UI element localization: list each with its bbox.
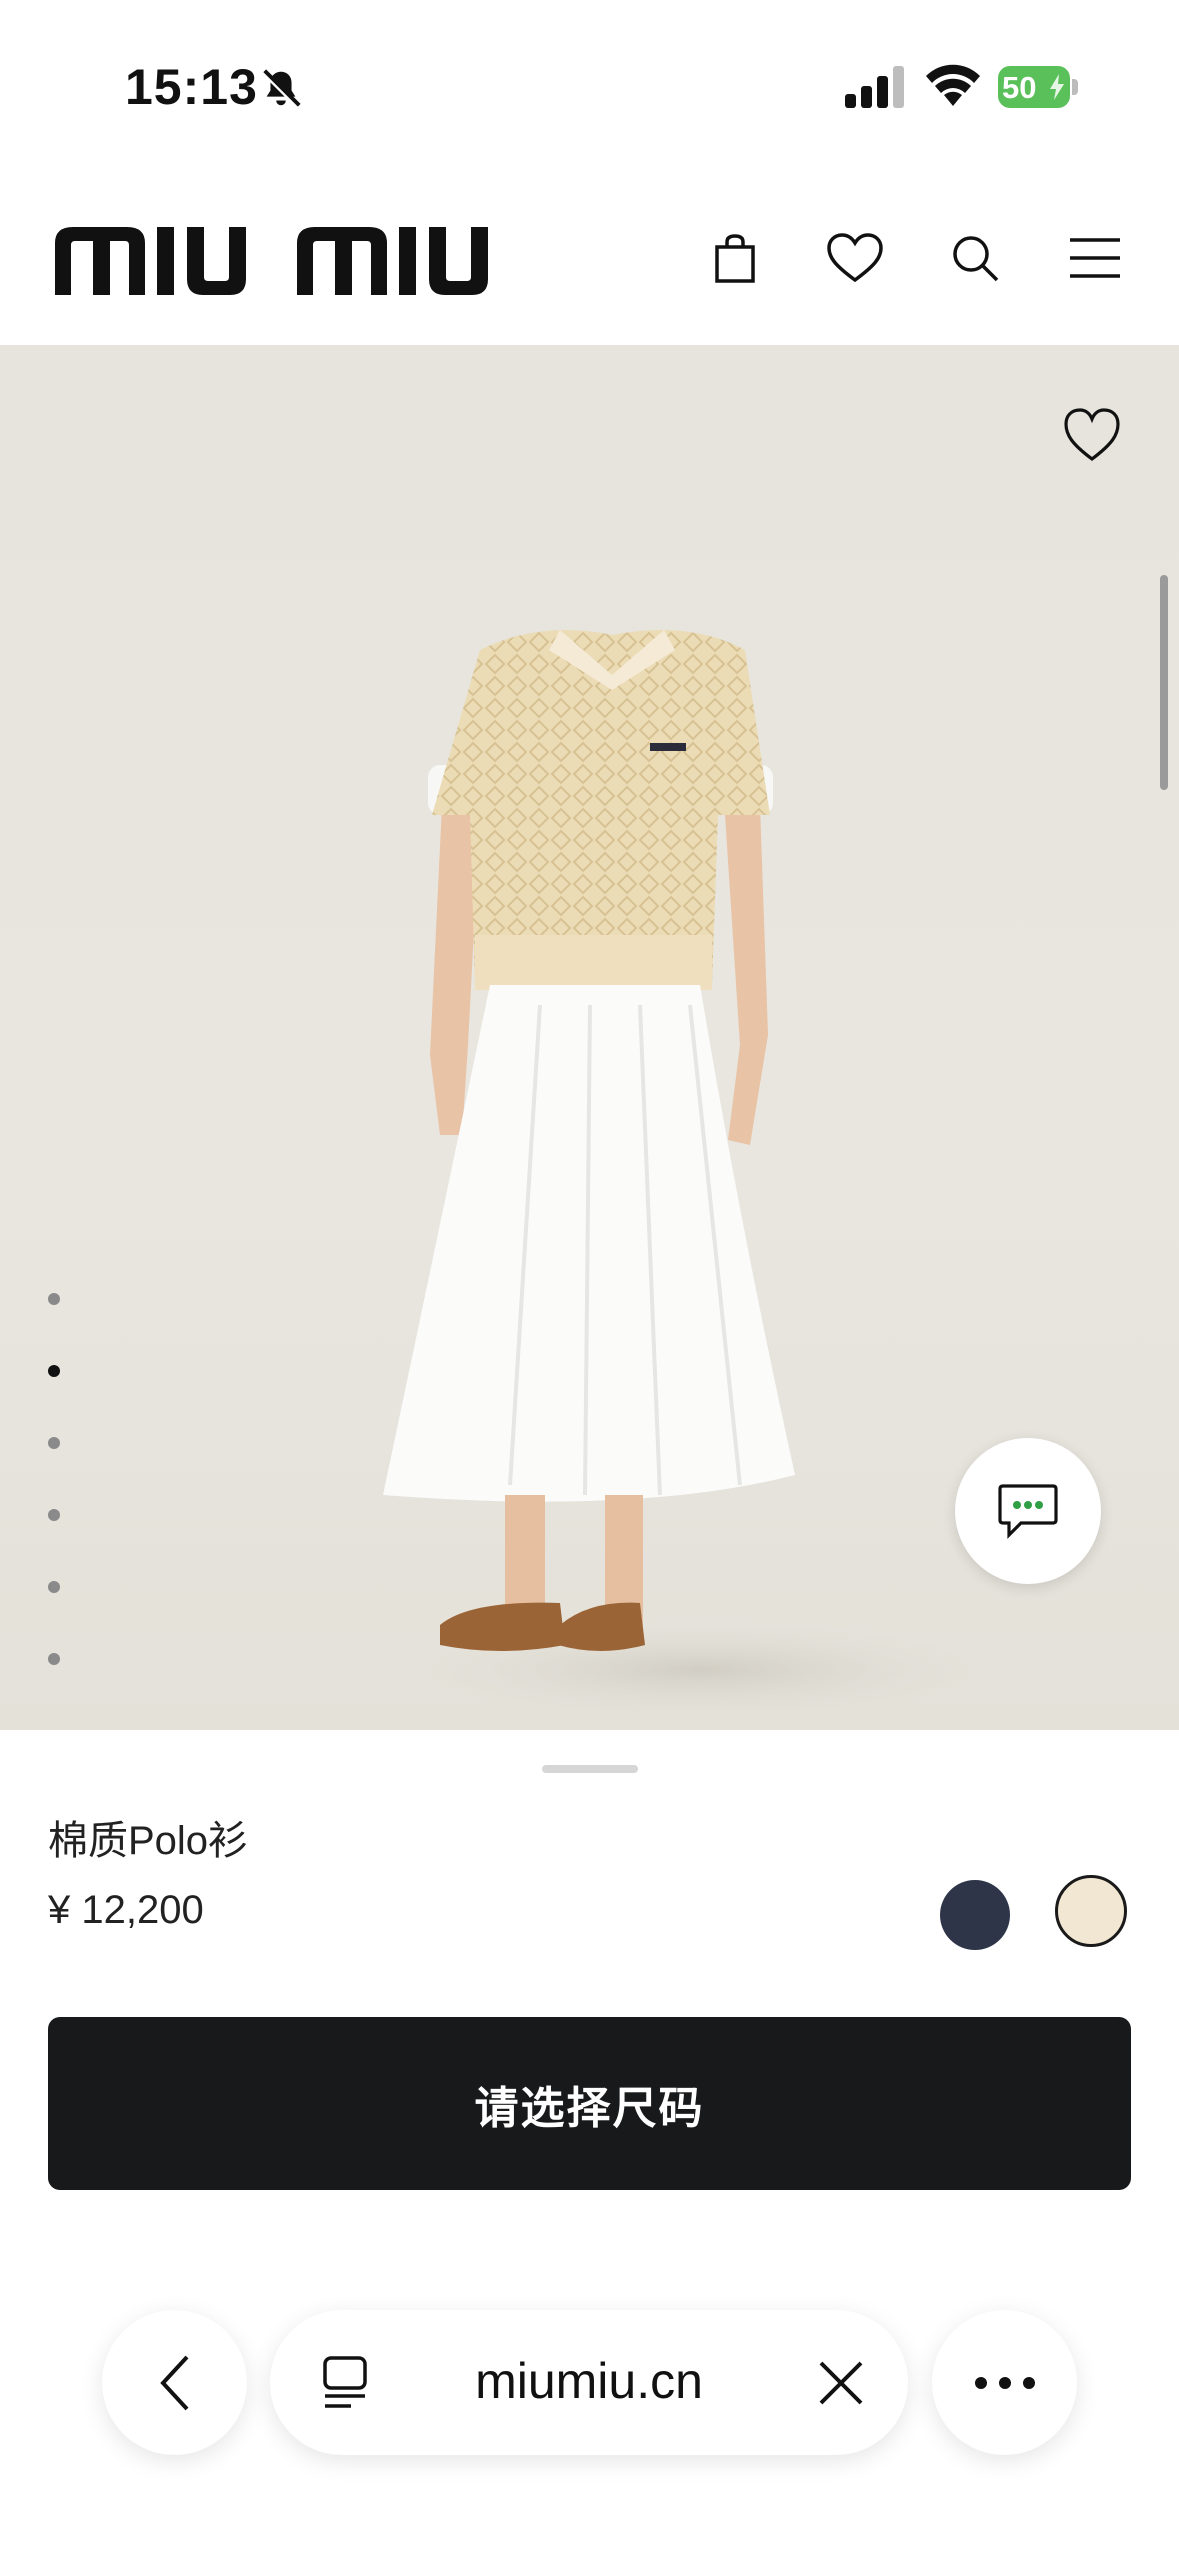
bell-slash-icon bbox=[261, 69, 301, 109]
chat-button[interactable] bbox=[955, 1438, 1101, 1584]
product-image-gallery[interactable] bbox=[0, 345, 1179, 1730]
status-time: 15:13 bbox=[125, 59, 258, 115]
select-size-button[interactable]: 请选择尺码 bbox=[48, 2017, 1131, 2190]
more-button[interactable] bbox=[932, 2310, 1077, 2455]
shopping-bag-icon[interactable] bbox=[702, 225, 768, 291]
brand-logo[interactable] bbox=[55, 225, 500, 295]
search-icon[interactable] bbox=[942, 225, 1008, 291]
gallery-dot[interactable] bbox=[48, 1653, 60, 1665]
address-bar[interactable]: miumiu.cn bbox=[270, 2310, 908, 2455]
gallery-dot[interactable] bbox=[48, 1437, 60, 1449]
wifi-icon bbox=[926, 64, 980, 106]
gallery-dot[interactable] bbox=[48, 1509, 60, 1521]
gallery-dot-active[interactable] bbox=[48, 1365, 60, 1377]
color-swatch-cream[interactable] bbox=[1055, 1875, 1127, 1947]
status-bar: 15:13 50 bbox=[0, 0, 1179, 170]
product-price: ¥ 12,200 bbox=[48, 1888, 204, 1932]
gallery-dot[interactable] bbox=[48, 1581, 60, 1593]
gallery-dot[interactable] bbox=[48, 1293, 60, 1305]
close-icon[interactable] bbox=[813, 2355, 869, 2411]
color-swatch-navy[interactable] bbox=[940, 1880, 1010, 1950]
site-header bbox=[0, 170, 1179, 346]
back-button[interactable] bbox=[102, 2310, 247, 2455]
favorite-heart-icon[interactable] bbox=[1062, 405, 1122, 465]
sheet-grabber[interactable] bbox=[542, 1765, 638, 1773]
chat-bubble-icon bbox=[998, 1484, 1058, 1539]
battery-charging-icon: 50 bbox=[998, 66, 1080, 108]
battery-percent: 50 bbox=[1002, 70, 1037, 105]
chevron-left-icon bbox=[159, 2355, 188, 2410]
product-name: 棉质Polo衫 bbox=[48, 1819, 249, 1863]
menu-icon[interactable] bbox=[1062, 225, 1128, 291]
wishlist-heart-icon[interactable] bbox=[822, 225, 888, 291]
more-dots-icon bbox=[974, 2376, 1035, 2389]
cellular-signal-icon bbox=[845, 66, 904, 108]
scrollbar[interactable] bbox=[1160, 575, 1168, 790]
